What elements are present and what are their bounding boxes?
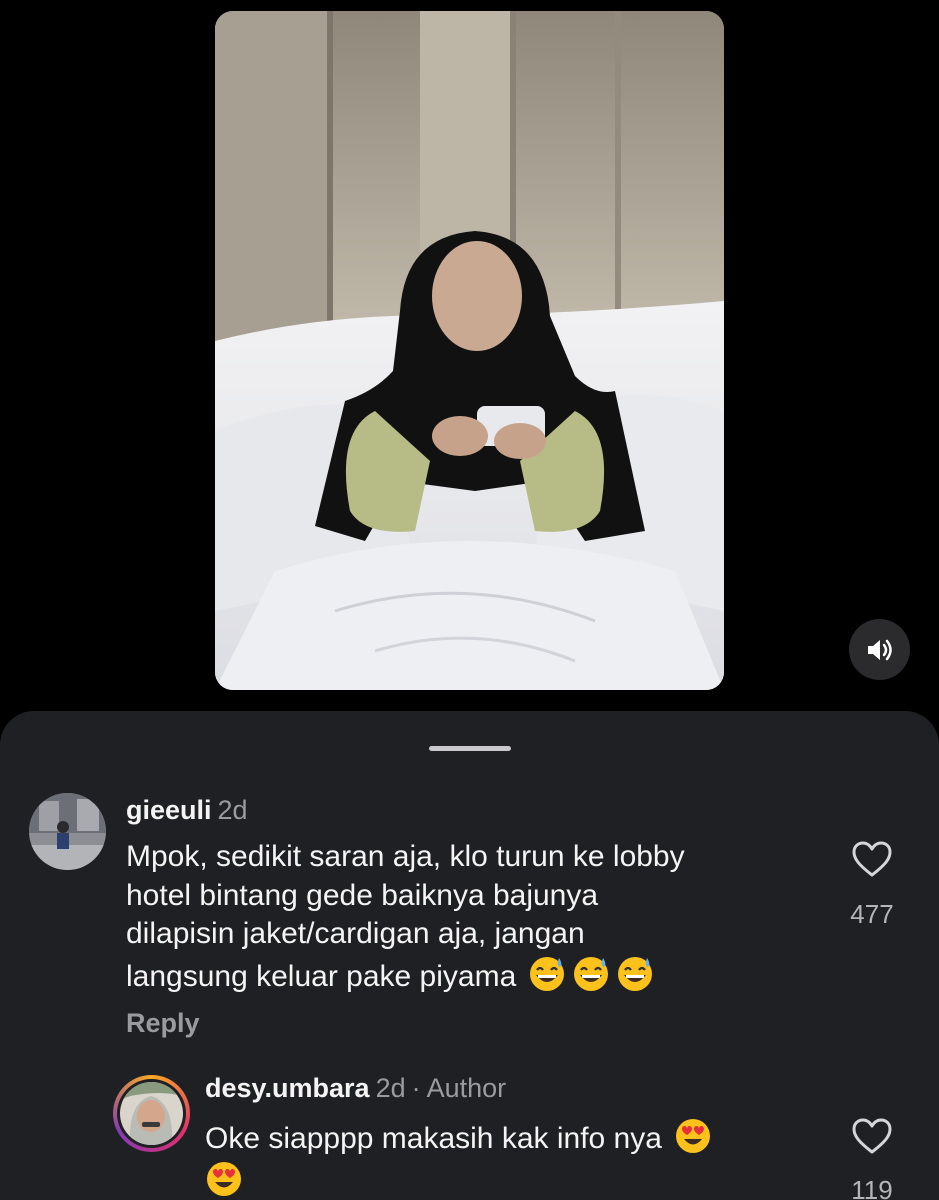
author-badge: Author	[426, 1073, 507, 1103]
heart-icon[interactable]	[851, 1117, 893, 1155]
meta-separator: ·	[411, 1073, 421, 1103]
comment-text: Oke siapppp makasih kak info nya	[205, 1116, 815, 1200]
drag-handle[interactable]	[429, 746, 511, 751]
heart-eyes-emoji	[205, 1159, 243, 1197]
like-count: 119	[851, 1175, 893, 1200]
comments-sheet: gieeuli 2d Mpok, sedikit saran aja, klo t…	[0, 711, 939, 1200]
avatar[interactable]	[29, 793, 106, 870]
comment-header: desy.umbara 2d · Author	[205, 1072, 506, 1104]
heart-icon[interactable]	[851, 840, 893, 878]
comment-line	[205, 1159, 815, 1200]
comment-line: Oke siapppp makasih kak info nya	[205, 1116, 815, 1159]
comment-time: 2d	[217, 795, 248, 825]
story-ring[interactable]	[113, 1075, 190, 1152]
reel-video[interactable]	[215, 11, 724, 690]
mute-button[interactable]	[849, 619, 910, 680]
comment-header: gieeuli 2d	[126, 794, 248, 826]
username[interactable]: gieeuli	[126, 795, 212, 825]
heart-eyes-emoji	[674, 1116, 712, 1154]
speaker-icon	[867, 639, 892, 660]
like-count: 477	[850, 899, 894, 929]
comment-line: dilapisin jaket/cardigan aja, jangan	[126, 917, 585, 950]
avatar[interactable]	[120, 1082, 183, 1145]
comment-line: langsung keluar pake piyama	[126, 954, 816, 997]
reply-button[interactable]: Reply	[126, 1008, 200, 1039]
sweat-smile-emoji	[616, 954, 654, 992]
sweat-smile-emoji	[528, 954, 566, 992]
video-frame-illustration	[215, 11, 724, 690]
comment-line: hotel bintang gede baiknya bajunya	[126, 878, 599, 912]
comment-text: Mpok, sedikit saran aja, klo turun ke lo…	[126, 838, 816, 996]
comment-time: 2d	[375, 1073, 406, 1103]
sweat-smile-emoji	[572, 954, 610, 992]
comment-line: Mpok, sedikit saran aja, klo turun ke lo…	[126, 840, 685, 873]
username[interactable]: desy.umbara	[205, 1073, 370, 1103]
